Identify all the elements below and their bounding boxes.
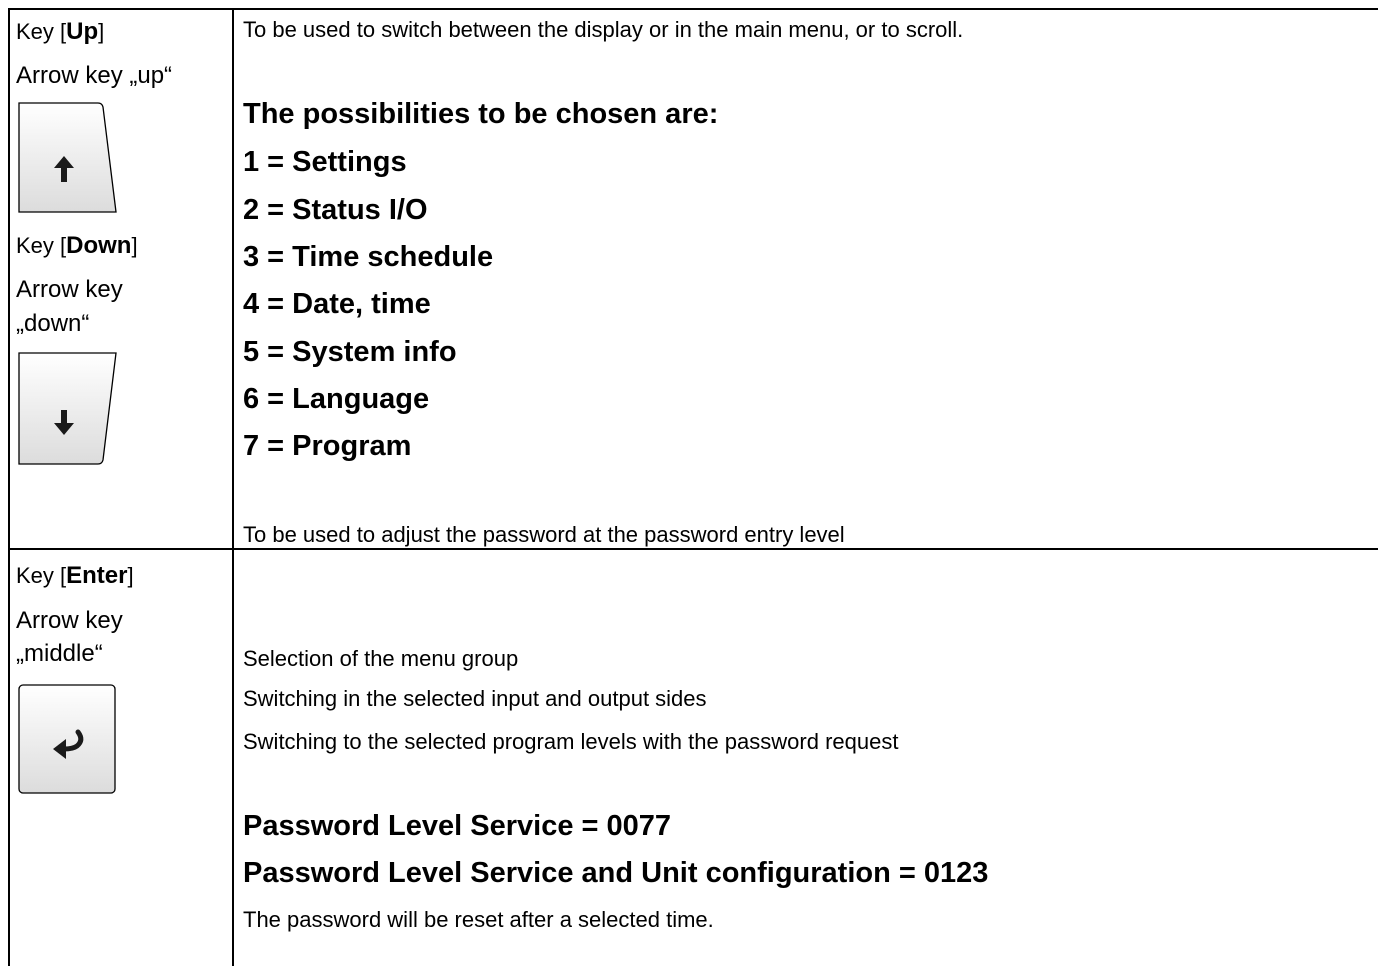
enter-line-menu-group: Selection of the menu group	[243, 646, 519, 671]
key-enter-name: Enter	[66, 562, 128, 589]
menu-option-date-time: 4 = Date, time	[243, 288, 431, 320]
key-enter-label: Key [Enter]	[16, 564, 134, 588]
password-level-service-unit-config: Password Level Service and Unit configur…	[243, 857, 989, 889]
intro-text: To be used to switch between the display…	[243, 17, 964, 42]
key-up-description: Arrow key „up“	[16, 62, 173, 89]
key-up-name: Up	[66, 18, 99, 45]
key-down-suffix: ]	[131, 233, 138, 258]
password-level-service: Password Level Service = 0077	[243, 810, 672, 842]
key-down-button[interactable]	[18, 352, 118, 466]
menu-option-status-io: 2 = Status I/O	[243, 194, 428, 226]
key-up-button[interactable]	[18, 102, 118, 214]
menu-option-settings: 1 = Settings	[243, 146, 407, 178]
key-up-prefix: Key [	[16, 19, 67, 44]
key-down-description-line1: Arrow key	[16, 276, 123, 303]
key-up-suffix: ]	[98, 19, 105, 44]
menu-option-system-info: 5 = System info	[243, 336, 457, 368]
key-down-description-line2: „down“	[16, 310, 90, 337]
password-reset-note: The password will be reset after a selec…	[243, 907, 714, 932]
key-down-name: Down	[66, 232, 132, 259]
enter-line-switching-sides: Switching in the selected input and outp…	[243, 686, 707, 711]
options-heading: The possibilities to be chosen are:	[243, 98, 719, 130]
menu-option-time-schedule: 3 = Time schedule	[243, 241, 494, 273]
key-enter-suffix: ]	[127, 563, 134, 588]
enter-line-program-levels: Switching to the selected program levels…	[243, 729, 899, 754]
key-down-label: Key [Down]	[16, 234, 138, 258]
key-up-label: Key [Up]	[16, 20, 104, 44]
table-row-divider	[8, 548, 1378, 550]
table-column-divider	[232, 8, 234, 966]
table-border-top	[8, 8, 1378, 10]
menu-option-program: 7 = Program	[243, 430, 412, 462]
key-enter-description-line2: „middle“	[16, 640, 103, 667]
table-border-left	[8, 8, 10, 966]
password-adjust-text: To be used to adjust the password at the…	[243, 522, 845, 547]
key-down-prefix: Key [	[16, 233, 67, 258]
key-enter-description-line1: Arrow key	[16, 607, 123, 634]
menu-option-language: 6 = Language	[243, 383, 430, 415]
key-enter-button[interactable]	[18, 684, 118, 796]
key-enter-prefix: Key [	[16, 563, 67, 588]
